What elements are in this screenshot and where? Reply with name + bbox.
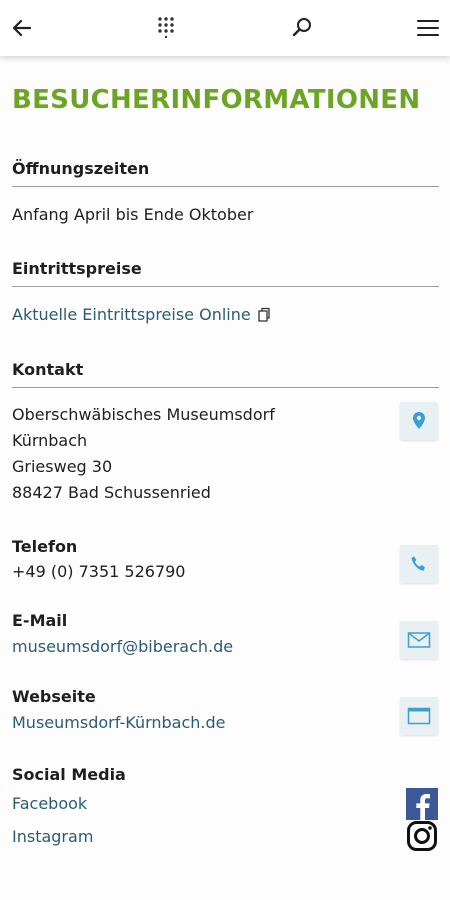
address-line: 88427 Bad Schussenried — [12, 483, 211, 502]
address-block: Oberschwäbisches Museumsdorf Kürnbach Gr… — [12, 402, 275, 506]
facebook-icon — [416, 794, 430, 820]
opening-hours-text: Anfang April bis Ende Oktober — [12, 205, 254, 224]
section-heading-prices: Eintrittspreise — [12, 259, 439, 287]
instagram-button[interactable] — [406, 820, 438, 852]
app-bar — [0, 0, 450, 56]
map-pin-icon — [413, 412, 425, 429]
instagram-link[interactable]: Instagram — [12, 824, 93, 850]
apps-grid-button[interactable] — [148, 10, 184, 46]
phone-icon — [411, 556, 425, 571]
email-label: E-Mail — [12, 611, 68, 630]
address-line: Kürnbach — [12, 431, 88, 450]
map-location-button[interactable] — [400, 402, 438, 440]
phone-value: +49 (0) 7351 526790 — [12, 562, 186, 581]
website-label: Webseite — [12, 687, 96, 706]
send-email-button[interactable] — [400, 621, 438, 659]
apps-grid-icon — [158, 17, 174, 39]
instagram-icon — [407, 821, 437, 851]
external-link-icon — [258, 307, 270, 322]
arrow-left-icon — [12, 19, 32, 37]
open-website-button[interactable] — [400, 697, 438, 735]
facebook-button[interactable] — [406, 788, 438, 820]
prices-link[interactable]: Aktuelle Eintrittspreise Online — [12, 302, 251, 328]
website-link[interactable]: Museumsdorf-Kürnbach.de — [12, 710, 226, 736]
browser-window-icon — [407, 707, 431, 725]
phone-label: Telefon — [12, 537, 78, 556]
back-button[interactable] — [4, 10, 40, 46]
search-button[interactable] — [284, 10, 320, 46]
section-heading-opening-hours: Öffnungszeiten — [12, 159, 439, 187]
main-content: BESUCHERINFORMATIONEN Öffnungszeiten Anf… — [0, 56, 450, 900]
section-heading-contact: Kontakt — [12, 360, 439, 388]
next-section-heading-partial — [12, 890, 92, 900]
page-title: BESUCHERINFORMATIONEN — [12, 85, 421, 115]
email-link[interactable]: museumsdorf@biberach.de — [12, 634, 233, 660]
facebook-link[interactable]: Facebook — [12, 791, 87, 817]
social-media-label: Social Media — [12, 765, 126, 784]
envelope-icon — [407, 632, 431, 648]
prices-link-row[interactable]: Aktuelle Eintrittspreise Online — [12, 302, 271, 328]
address-line: Griesweg 30 — [12, 457, 113, 476]
hamburger-menu-icon — [417, 20, 439, 36]
call-button[interactable] — [400, 545, 438, 583]
search-icon — [292, 18, 311, 37]
address-line: Oberschwäbisches Museumsdorf — [12, 405, 275, 424]
menu-button[interactable] — [410, 10, 446, 46]
